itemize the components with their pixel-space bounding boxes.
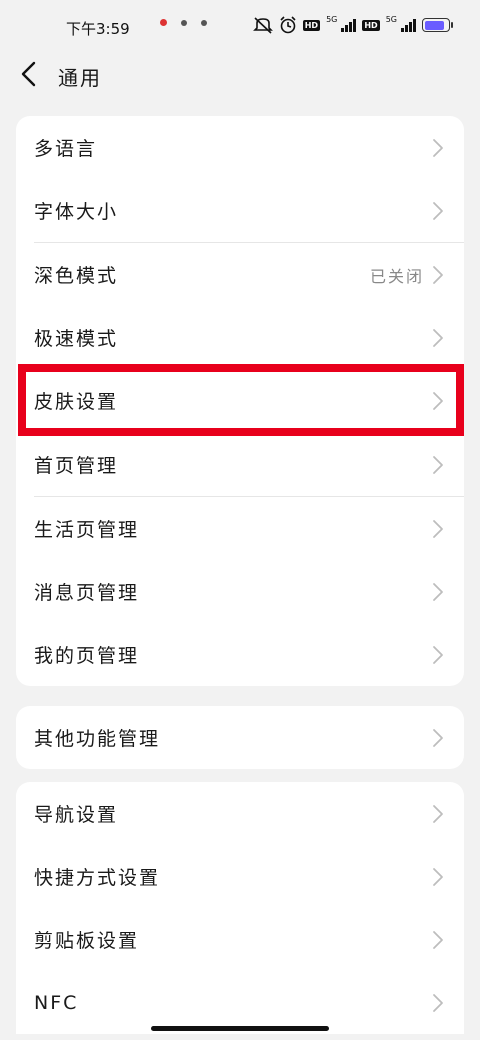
- battery-level: [424, 20, 445, 30]
- chevron-right-icon: [433, 804, 443, 823]
- signal-icon: [401, 18, 416, 32]
- chevron-right-icon: [433, 138, 443, 157]
- settings-row[interactable]: 快捷方式设置: [16, 845, 464, 908]
- settings-row-label: 其他功能管理: [34, 728, 161, 750]
- hd-badge: HD: [302, 19, 321, 31]
- notification-icons: [160, 19, 207, 26]
- signal-icon: [341, 18, 357, 32]
- settings-row[interactable]: 消息页管理: [16, 560, 464, 623]
- network-type: 5G: [326, 14, 338, 24]
- battery-icon: [422, 18, 453, 32]
- settings-row-label: 深色模式: [34, 265, 119, 287]
- settings-row-label: 我的页管理: [34, 645, 140, 667]
- settings-row-label: 字体大小: [34, 201, 119, 223]
- settings-row[interactable]: 我的页管理: [16, 623, 464, 686]
- settings-row-label: 消息页管理: [34, 582, 140, 604]
- settings-group-features: 其他功能管理: [16, 706, 464, 769]
- status-icons: HD 5G HD 5G: [252, 14, 453, 34]
- settings-row-label: 导航设置: [34, 804, 119, 826]
- notification-dot-icon: [160, 19, 167, 26]
- settings-row-label: 剪贴板设置: [34, 930, 140, 952]
- network-type: 5G: [385, 14, 397, 24]
- back-button[interactable]: [18, 60, 44, 88]
- settings-row[interactable]: 极速模式: [16, 306, 464, 369]
- page-title: 通用: [58, 66, 102, 90]
- status-bar: 下午3:59 HD 5G HD 5G: [0, 0, 480, 52]
- chevron-right-icon: [433, 930, 443, 949]
- settings-group-display: 多语言字体大小深色模式 已关闭极速模式皮肤设置首页管理生活页管理消息页管理我的页管…: [16, 116, 464, 686]
- settings-row-label: 首页管理: [34, 455, 119, 477]
- settings-row[interactable]: 多语言: [16, 116, 464, 179]
- settings-row[interactable]: 剪贴板设置: [16, 908, 464, 971]
- settings-row-label: 生活页管理: [34, 519, 140, 541]
- chevron-right-icon: [433, 645, 443, 664]
- settings-row-label: 快捷方式设置: [34, 867, 161, 889]
- settings-row[interactable]: 导航设置: [16, 782, 464, 845]
- chevron-left-icon: [21, 61, 36, 87]
- hd-badge: HD: [362, 19, 380, 31]
- chevron-right-icon: [433, 728, 443, 747]
- chevron-right-icon: [433, 582, 443, 601]
- home-indicator[interactable]: [151, 1026, 329, 1031]
- mute-icon: [252, 16, 273, 34]
- navigation-header: 通用: [0, 52, 480, 96]
- notification-dot-icon: [181, 19, 187, 26]
- settings-row-label: 多语言: [34, 138, 98, 160]
- notification-dot-icon: [201, 19, 207, 26]
- settings-row-label: NFC: [34, 991, 79, 1014]
- settings-row[interactable]: 首页管理: [16, 433, 464, 496]
- settings-row[interactable]: 字体大小: [16, 179, 464, 242]
- chevron-right-icon: [433, 519, 443, 538]
- chevron-right-icon: [433, 265, 443, 284]
- chevron-right-icon: [433, 201, 443, 220]
- settings-row[interactable]: 皮肤设置: [16, 369, 464, 432]
- alarm-icon: [279, 16, 297, 34]
- settings-row[interactable]: NFC: [16, 971, 464, 1034]
- chevron-right-icon: [433, 455, 443, 474]
- settings-row-value: 已关闭: [369, 266, 424, 286]
- chevron-right-icon: [433, 328, 443, 347]
- settings-row[interactable]: 其他功能管理: [16, 706, 464, 769]
- settings-row[interactable]: 生活页管理: [16, 497, 464, 560]
- status-time: 下午3:59: [66, 20, 130, 38]
- chevron-right-icon: [433, 391, 443, 410]
- settings-row[interactable]: 深色模式 已关闭: [16, 243, 464, 306]
- settings-row-label: 极速模式: [34, 328, 119, 350]
- settings-row-label: 皮肤设置: [34, 391, 119, 413]
- chevron-right-icon: [433, 993, 443, 1012]
- settings-group-shortcuts: 导航设置快捷方式设置 剪贴板设置 NFC: [16, 782, 464, 1034]
- chevron-right-icon: [433, 867, 443, 886]
